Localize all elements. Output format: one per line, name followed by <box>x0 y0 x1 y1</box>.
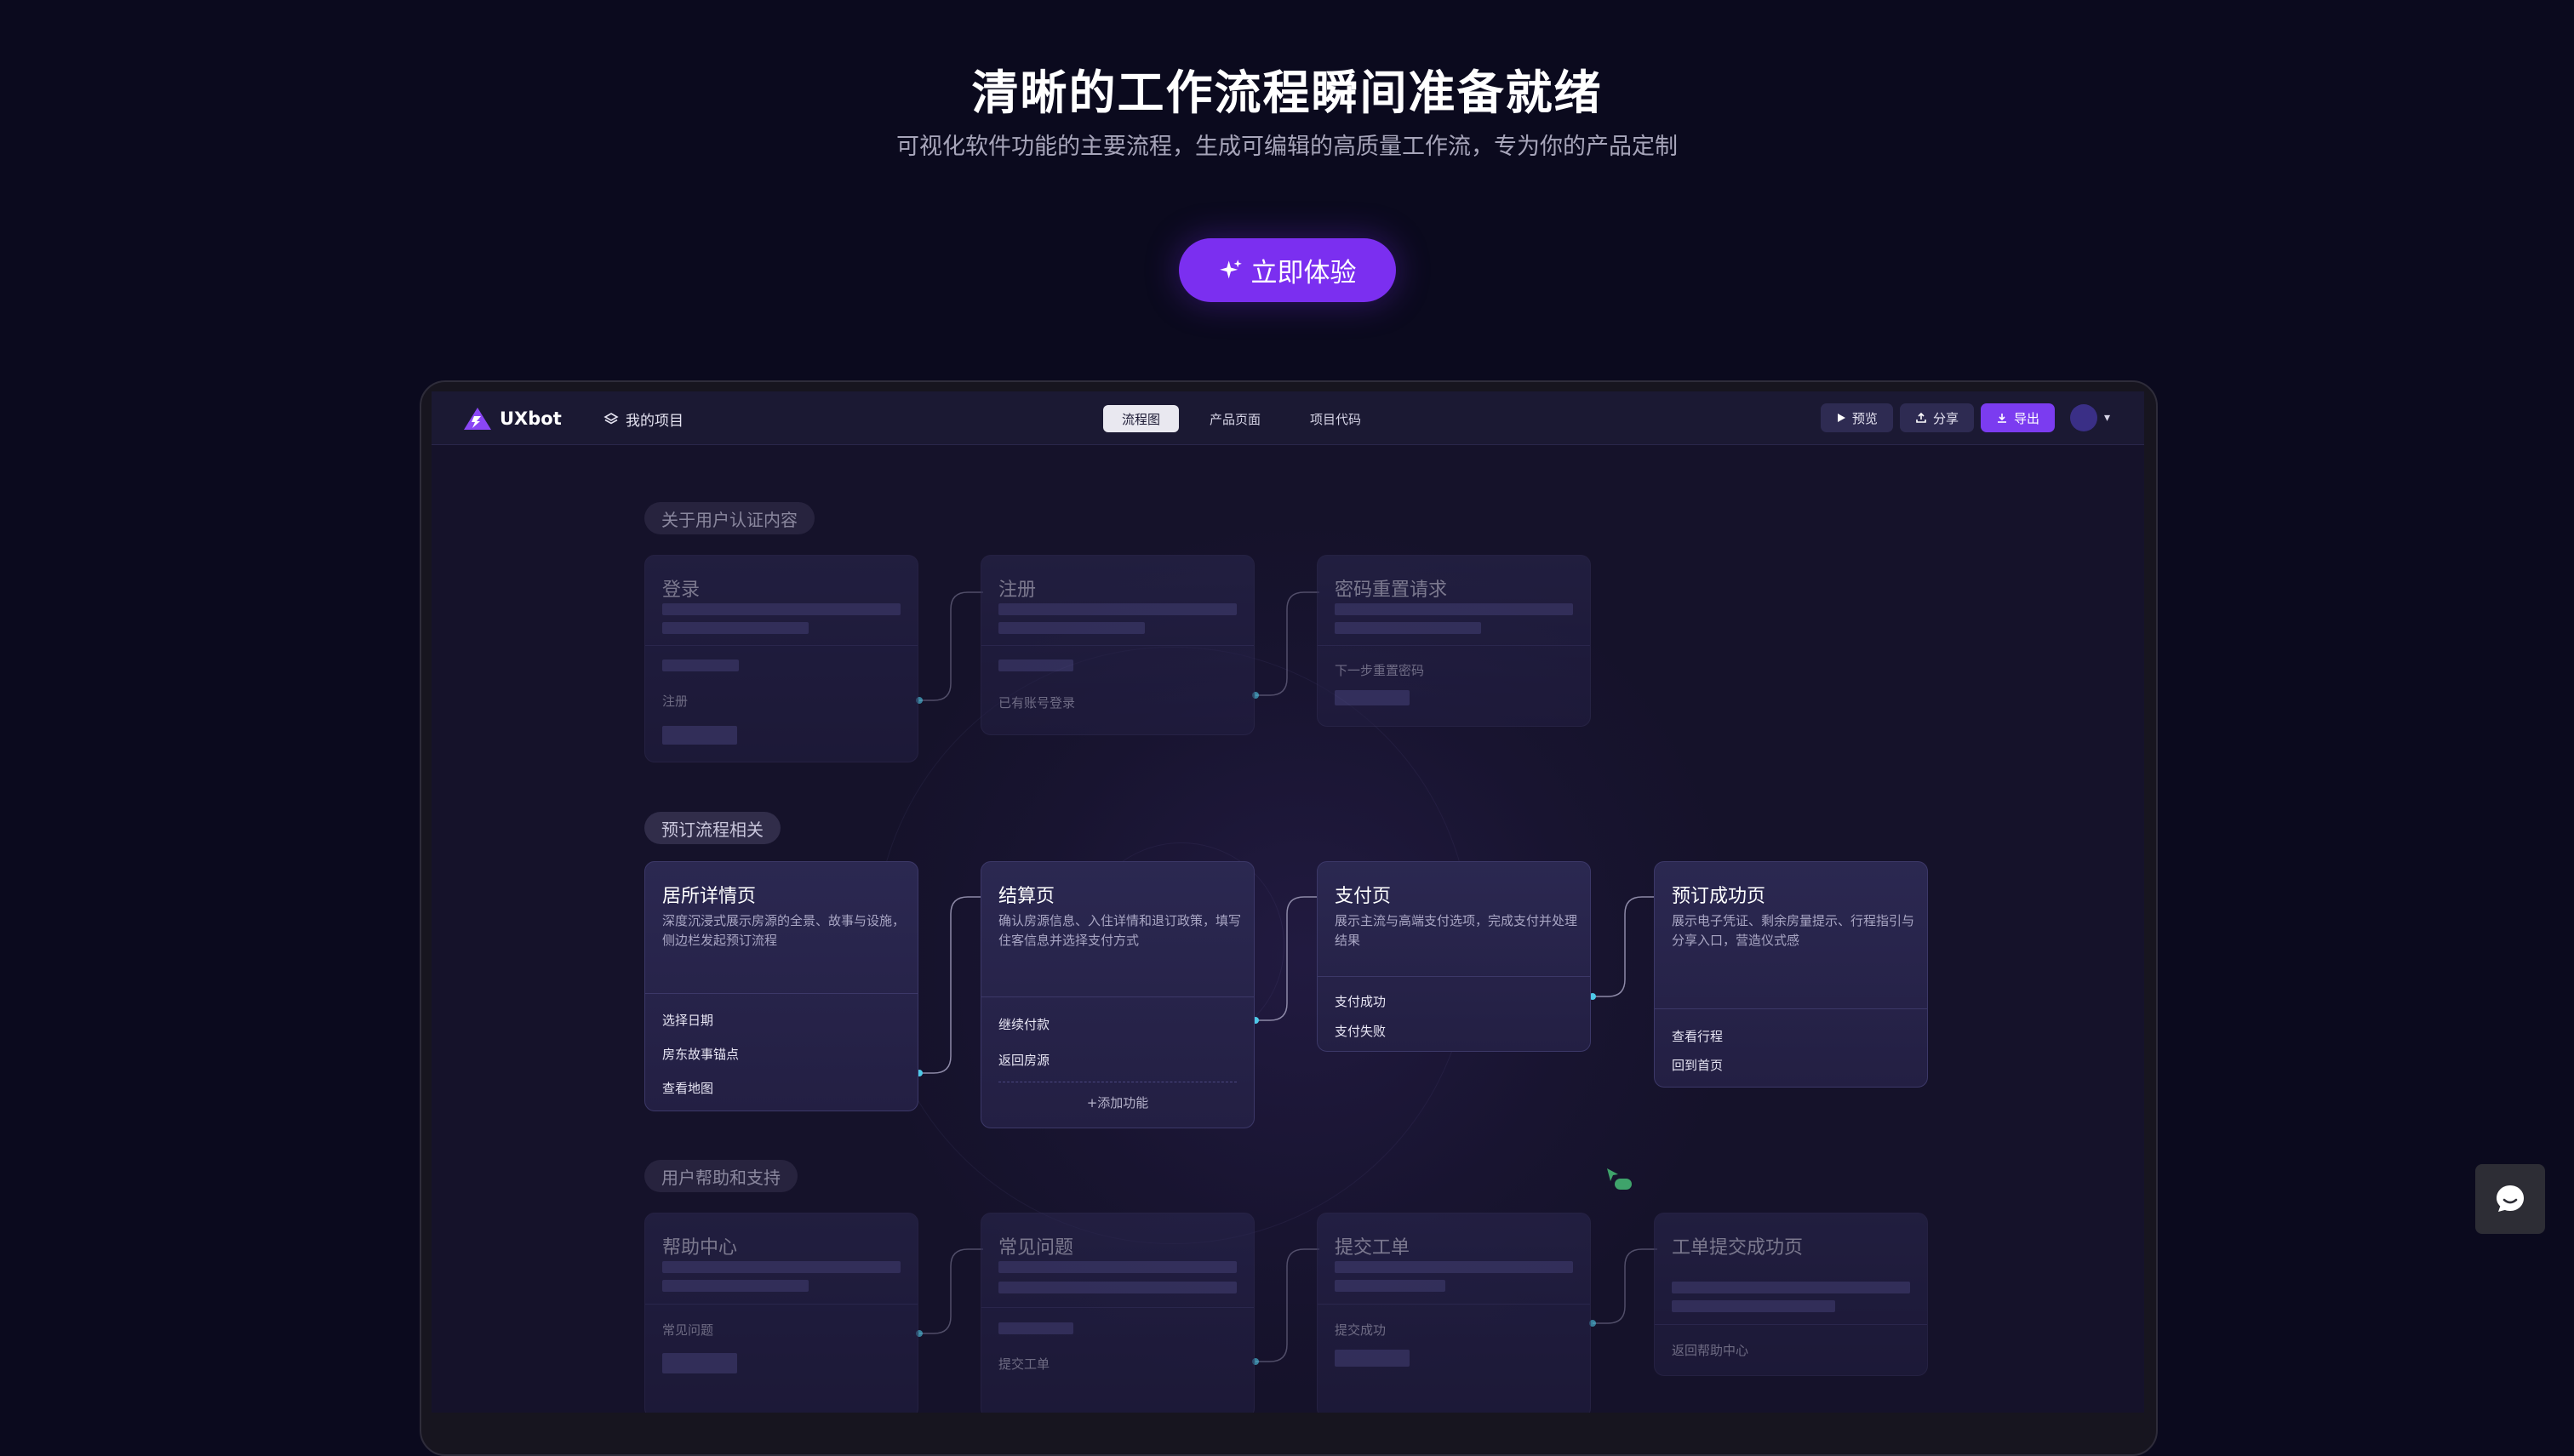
card-description: 展示电子凭证、剩余房量提示、行程指引与分享入口，营造仪式感 <box>1672 913 1915 948</box>
text-placeholder <box>998 1261 1237 1273</box>
card-divider <box>645 993 918 994</box>
text-placeholder <box>1335 1261 1573 1273</box>
card-title: 支付页 <box>1335 886 1392 907</box>
card-action-item[interactable]: 支付失败 <box>1335 1022 1386 1040</box>
card-action-item[interactable]: 选择日期 <box>662 1011 713 1029</box>
card-divider <box>645 645 918 646</box>
card-title: 常见问题 <box>998 1237 1074 1259</box>
card-title: 登录 <box>662 580 701 601</box>
text-placeholder <box>1335 622 1481 634</box>
flow-card-login[interactable]: 登录 注册 <box>644 555 918 762</box>
card-title: 工单提交成功页 <box>1672 1237 1804 1259</box>
text-placeholder <box>662 1261 901 1273</box>
card-title: 预订成功页 <box>1672 886 1766 907</box>
card-action-item[interactable]: 返回帮助中心 <box>1672 1341 1748 1359</box>
button-placeholder <box>662 726 737 745</box>
card-divider <box>981 996 1254 997</box>
group-label-booking: 预订流程相关 <box>644 812 781 844</box>
sparkle-icon <box>1219 259 1242 278</box>
card-title: 居所详情页 <box>662 886 757 907</box>
flow-card-register[interactable]: 注册 已有账号登录 <box>981 555 1255 735</box>
plus-icon: + <box>1086 1095 1098 1111</box>
button-placeholder <box>1335 690 1410 705</box>
flow-card-checkout[interactable]: 结算页 确认房源信息、入住详情和退订政策，填写住客信息并选择支付方式 继续付款 … <box>981 861 1255 1128</box>
card-title: 密码重置请求 <box>1335 580 1448 601</box>
card-action-item[interactable]: 查看行程 <box>1672 1027 1723 1045</box>
flow-card-ticket-success[interactable]: 工单提交成功页 返回帮助中心 <box>1654 1213 1928 1376</box>
text-placeholder <box>1672 1300 1835 1312</box>
card-divider <box>1318 1304 1590 1305</box>
flow-card-help-center[interactable]: 帮助中心 常见问题 <box>644 1213 918 1413</box>
flow-card-submit-ticket[interactable]: 提交工单 提交成功 <box>1317 1213 1591 1413</box>
flow-card-listing-detail[interactable]: 居所详情页 深度沉浸式展示房源的全景、故事与设施，侧边栏发起预订流程 选择日期 … <box>644 861 918 1111</box>
hero-subtitle: 可视化软件功能的主要流程，生成可编辑的高质量工作流，专为你的产品定制 <box>896 134 1678 160</box>
card-action-item[interactable]: 提交工单 <box>998 1355 1050 1373</box>
add-feature-label: 添加功能 <box>1097 1095 1149 1111</box>
collaborator-cursor-tag: ​ <box>1615 1179 1633 1190</box>
card-divider <box>981 645 1254 646</box>
text-placeholder <box>1335 603 1573 615</box>
card-action-item[interactable]: 房东故事锚点 <box>662 1045 739 1063</box>
card-divider <box>1318 976 1590 977</box>
text-placeholder <box>1672 1282 1910 1293</box>
flow-card-faq[interactable]: 常见问题 提交工单 <box>981 1213 1255 1413</box>
text-placeholder <box>998 1282 1237 1293</box>
text-placeholder <box>662 659 739 671</box>
text-placeholder <box>662 603 901 615</box>
card-action-item[interactable]: 常见问题 <box>662 1321 713 1339</box>
card-action-item[interactable]: 注册 <box>662 692 688 710</box>
card-action-item[interactable]: 支付成功 <box>1335 992 1386 1010</box>
card-action-item[interactable]: 下一步重置密码 <box>1335 661 1424 679</box>
flow-card-password-reset[interactable]: 密码重置请求 下一步重置密码 <box>1317 555 1591 727</box>
chat-support-button[interactable] <box>2475 1164 2545 1234</box>
card-action-item[interactable]: 返回房源 <box>998 1051 1050 1069</box>
group-label-help: 用户帮助和支持 <box>644 1160 798 1192</box>
card-divider <box>1318 645 1590 646</box>
card-divider <box>645 1304 918 1305</box>
card-divider <box>1655 1008 1927 1009</box>
card-description: 展示主流与高端支付选项，完成支付并处理结果 <box>1335 913 1578 948</box>
card-action-item[interactable]: 已有账号登录 <box>998 694 1075 711</box>
card-description: 深度沉浸式展示房源的全景、故事与设施，侧边栏发起预订流程 <box>662 913 906 948</box>
card-title: 提交工单 <box>1335 1237 1410 1259</box>
button-placeholder <box>662 1353 737 1373</box>
add-feature-button[interactable]: +添加功能 <box>981 1093 1254 1111</box>
text-placeholder <box>998 1322 1073 1334</box>
try-now-button[interactable]: 立即体验 <box>1179 238 1396 302</box>
hero-title: 清晰的工作流程瞬间准备就绪 <box>971 66 1603 120</box>
card-title: 结算页 <box>998 886 1055 907</box>
card-description: 确认房源信息、入住详情和退订政策，填写住客信息并选择支付方式 <box>998 913 1242 948</box>
app-screen: UXbot 我的项目 流程图 产品页面 项目代码 预览 分享 导出 ▾ 关于用户… <box>432 391 2144 1413</box>
card-action-item[interactable]: 查看地图 <box>662 1079 713 1097</box>
text-placeholder <box>662 1280 809 1292</box>
text-placeholder <box>998 622 1145 634</box>
card-divider <box>981 1307 1254 1308</box>
card-divider <box>1655 1324 1927 1325</box>
text-placeholder <box>998 659 1073 671</box>
flow-card-payment[interactable]: 支付页 展示主流与高端支付选项，完成支付并处理结果 支付成功 支付失败 <box>1317 861 1591 1052</box>
card-action-item[interactable]: 提交成功 <box>1335 1321 1386 1339</box>
text-placeholder <box>1335 1280 1445 1292</box>
card-title: 注册 <box>998 580 1037 601</box>
group-label-auth: 关于用户认证内容 <box>644 502 815 534</box>
text-placeholder <box>662 622 809 634</box>
flow-card-booking-success[interactable]: 预订成功页 展示电子凭证、剩余房量提示、行程指引与分享入口，营造仪式感 查看行程… <box>1654 861 1928 1088</box>
card-title: 帮助中心 <box>662 1237 738 1259</box>
button-placeholder <box>1335 1350 1410 1367</box>
chat-bubble-icon <box>2497 1185 2524 1212</box>
text-placeholder <box>998 603 1237 615</box>
card-action-item[interactable]: 回到首页 <box>1672 1056 1723 1074</box>
try-now-label: 立即体验 <box>1250 258 1357 288</box>
card-action-item[interactable]: 继续付款 <box>998 1015 1050 1033</box>
